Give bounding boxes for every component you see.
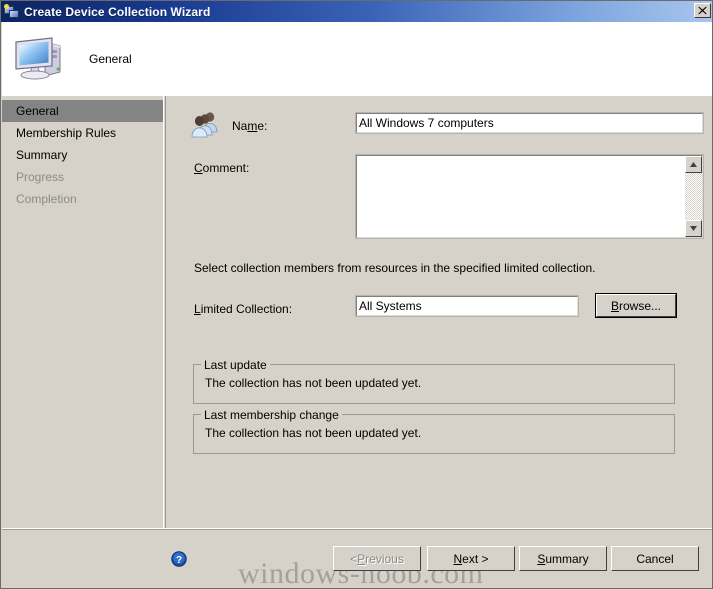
previous-button-accel: P bbox=[357, 551, 366, 566]
last-update-text: The collection has not been updated yet. bbox=[205, 376, 422, 390]
summary-button-label: ummary bbox=[545, 551, 589, 566]
previous-button-label: revious bbox=[365, 551, 404, 566]
last-update-groupbox: Last update The collection has not been … bbox=[193, 358, 675, 404]
create-device-collection-wizard-window: Create Device Collection Wizard General … bbox=[0, 0, 713, 589]
browse-button[interactable]: Browse... bbox=[596, 294, 676, 317]
page-title: General bbox=[89, 52, 132, 66]
scroll-up-icon[interactable] bbox=[685, 156, 702, 173]
sidebar-item-label: General bbox=[16, 104, 59, 118]
help-question-icon[interactable]: ? bbox=[171, 551, 187, 567]
collection-description-text: Select collection members from resources… bbox=[194, 261, 596, 275]
limited-collection-label-post: imited Collection: bbox=[200, 302, 293, 316]
comment-label-accel: C bbox=[194, 161, 203, 175]
browse-button-accel: B bbox=[610, 298, 619, 313]
cancel-button[interactable]: Cancel bbox=[611, 546, 699, 571]
wizard-header: General bbox=[2, 22, 712, 96]
last-update-title: Last update bbox=[201, 358, 270, 372]
last-membership-change-title: Last membership change bbox=[201, 408, 342, 422]
general-page-panel: Name: Comment: Select collection members… bbox=[165, 96, 712, 528]
sidebar-item-membership-rules[interactable]: Membership Rules bbox=[2, 122, 163, 144]
comment-scrollbar[interactable] bbox=[685, 156, 702, 237]
previous-button-pre: < bbox=[350, 551, 358, 566]
next-button-accel: N bbox=[453, 551, 463, 566]
sidebar-item-label: Membership Rules bbox=[16, 126, 117, 140]
sidebar-item-summary[interactable]: Summary bbox=[2, 144, 163, 166]
sidebar-item-progress: Progress bbox=[2, 166, 163, 188]
wizard-step-list: General Membership Rules Summary Progres… bbox=[2, 96, 164, 528]
name-label: Name: bbox=[232, 119, 267, 133]
computer-icon bbox=[14, 36, 66, 82]
comment-textarea-field[interactable] bbox=[357, 156, 686, 237]
name-label-accel: m bbox=[247, 119, 258, 133]
last-membership-change-text: The collection has not been updated yet. bbox=[205, 426, 422, 440]
summary-button[interactable]: Summary bbox=[519, 546, 607, 571]
limited-collection-label-accel: L bbox=[194, 302, 201, 316]
name-label-post: e: bbox=[257, 119, 268, 133]
comment-label: Comment: bbox=[194, 161, 249, 175]
cancel-button-label: Cancel bbox=[636, 551, 674, 566]
title-bar: Create Device Collection Wizard bbox=[1, 1, 712, 22]
window-title: Create Device Collection Wizard bbox=[24, 4, 211, 19]
collection-wizard-icon bbox=[4, 3, 20, 20]
svg-text:?: ? bbox=[176, 555, 182, 566]
last-membership-change-groupbox: Last membership change The collection ha… bbox=[193, 408, 675, 454]
previous-button: < Previous bbox=[333, 546, 421, 571]
sidebar-item-general[interactable]: General bbox=[2, 100, 163, 122]
name-label-pre: Na bbox=[232, 119, 248, 133]
browse-button-label: rowse... bbox=[619, 298, 662, 313]
name-input[interactable] bbox=[355, 112, 704, 134]
next-button-label: ext > bbox=[462, 551, 489, 566]
limited-collection-label: Limited Collection: bbox=[194, 302, 292, 316]
users-group-icon bbox=[190, 110, 220, 138]
sidebar-item-label: Completion bbox=[16, 192, 77, 206]
limited-collection-value[interactable]: All Systems bbox=[355, 295, 579, 317]
scroll-down-icon[interactable] bbox=[685, 220, 702, 237]
close-icon[interactable] bbox=[694, 3, 711, 18]
footer-divider bbox=[2, 529, 712, 530]
name-input-field[interactable] bbox=[359, 114, 701, 132]
summary-button-accel: S bbox=[537, 551, 546, 566]
sidebar-item-label: Progress bbox=[16, 170, 65, 184]
comment-textarea[interactable] bbox=[355, 154, 704, 239]
next-button[interactable]: Next > bbox=[427, 546, 515, 571]
sidebar-item-completion: Completion bbox=[2, 188, 163, 210]
comment-label-post: omment: bbox=[202, 161, 250, 175]
sidebar-item-label: Summary bbox=[16, 148, 68, 162]
